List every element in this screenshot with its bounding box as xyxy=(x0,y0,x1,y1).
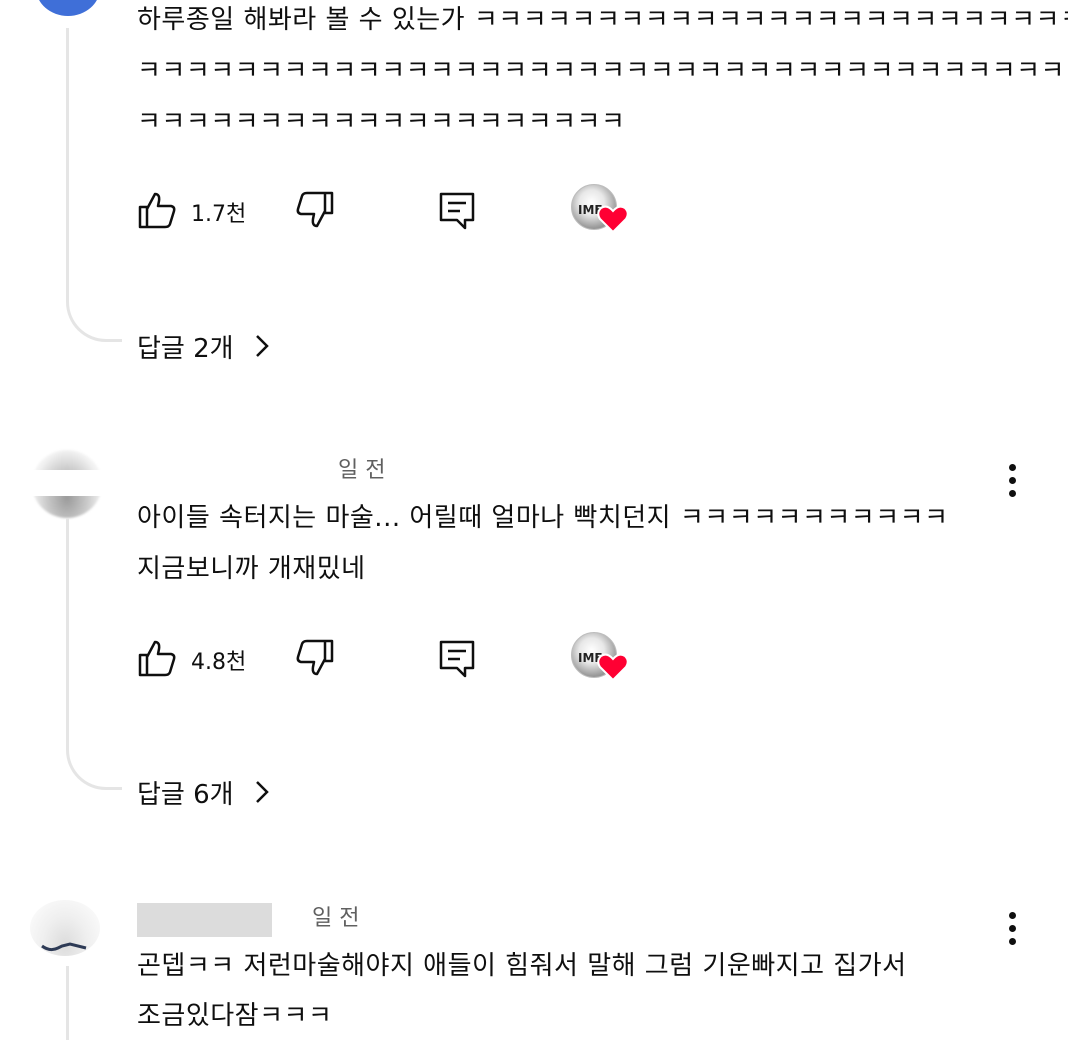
more-options-button[interactable] xyxy=(1002,908,1022,948)
dislike-icon[interactable] xyxy=(295,190,335,230)
commenter-avatar[interactable] xyxy=(36,0,100,16)
comment-text: ㅋㅋㅋㅋㅋㅋㅋㅋㅋㅋㅋㅋㅋㅋㅋㅋㅋㅋㅋㅋㅋㅋㅋㅋㅋㅋㅋㅋㅋㅋㅋㅋㅋㅋㅋㅋㅋㅋㅋㅋ… xyxy=(137,56,1068,86)
like-icon[interactable] xyxy=(137,190,177,230)
dislike-icon[interactable] xyxy=(295,638,335,678)
comment-text: 조금있다잠ㅋㅋㅋ xyxy=(137,1001,333,1031)
avatar-fragment xyxy=(41,942,87,952)
comment-text: 아이들 속터지는 마술... 어릴때 얼마나 빡치던지 ㅋㅋㅋㅋㅋㅋㅋㅋㅋㅋㅋ xyxy=(137,503,949,533)
more-options-button[interactable] xyxy=(1002,460,1022,500)
thread-line xyxy=(66,518,69,738)
comment-text: ㅋㅋㅋㅋㅋㅋㅋㅋㅋㅋㅋㅋㅋㅋㅋㅋㅋㅋㅋㅋ xyxy=(137,107,626,137)
heart-icon xyxy=(597,653,629,682)
reply-icon[interactable] xyxy=(437,638,477,678)
reply-icon[interactable] xyxy=(437,190,477,230)
comment-time: 일 전 xyxy=(312,906,360,931)
replies-label: 답글 2개 xyxy=(137,333,234,364)
comments-page: 하루종일 해봐라 볼 수 있는가 ㅋㅋㅋㅋㅋㅋㅋㅋㅋㅋㅋㅋㅋㅋㅋㅋㅋㅋㅋㅋㅋㅋㅋ… xyxy=(0,0,1068,1040)
like-count: 4.8천 xyxy=(191,650,247,675)
heart-icon xyxy=(597,205,629,234)
thread-line xyxy=(66,966,69,1040)
thread-line xyxy=(66,28,69,290)
comment-text: 곤뎁ㅋㅋ 저런마술해야지 애들이 힘줘서 말해 그럼 기운빠지고 집가서 xyxy=(137,951,907,981)
redacted-username xyxy=(137,903,272,937)
creator-heart-badge: IMF xyxy=(571,632,631,686)
comment-time: 일 전 xyxy=(338,458,386,483)
chevron-right-icon xyxy=(255,781,269,803)
view-replies-button[interactable]: 답글 6개 xyxy=(137,772,272,812)
redacted-area xyxy=(24,470,154,496)
thread-curve xyxy=(66,738,122,790)
comment-text: 지금보니까 개재밌네 xyxy=(137,554,366,584)
comment-text: 하루종일 해봐라 볼 수 있는가 ㅋㅋㅋㅋㅋㅋㅋㅋㅋㅋㅋㅋㅋㅋㅋㅋㅋㅋㅋㅋㅋㅋㅋ… xyxy=(137,5,1068,35)
thread-curve xyxy=(66,290,122,342)
creator-heart-badge: IMF xyxy=(571,184,631,238)
like-count: 1.7천 xyxy=(191,202,247,227)
view-replies-button[interactable]: 답글 2개 xyxy=(137,326,272,366)
chevron-right-icon xyxy=(255,335,269,357)
like-icon[interactable] xyxy=(137,638,177,678)
replies-label: 답글 6개 xyxy=(137,779,234,810)
